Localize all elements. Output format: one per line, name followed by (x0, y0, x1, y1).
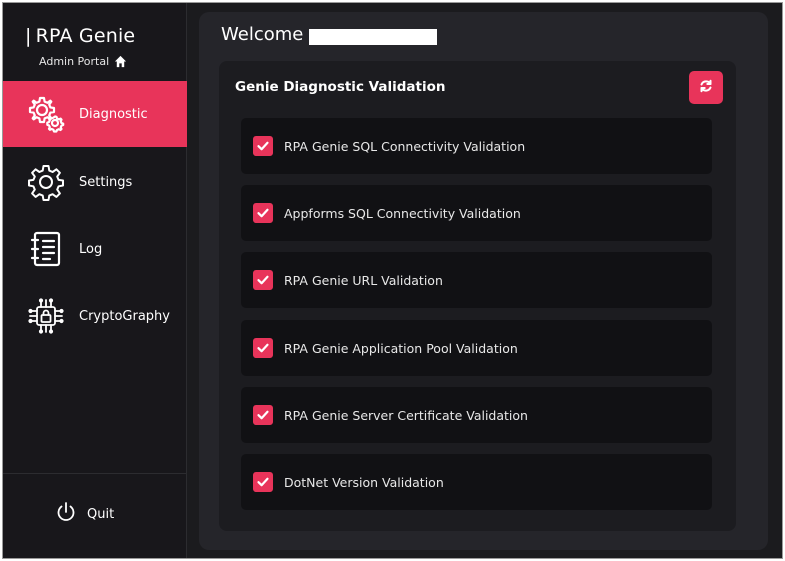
power-icon (55, 501, 77, 527)
sidebar-divider (3, 473, 187, 474)
validation-row-dotnet: DotNet Version Validation (241, 454, 712, 510)
diagnostic-gears-icon (27, 95, 65, 133)
checkmark-icon (257, 410, 269, 420)
validation-row-url: RPA Genie URL Validation (241, 252, 712, 308)
validation-checkbox[interactable] (253, 136, 273, 156)
validation-label: RPA Genie Application Pool Validation (284, 340, 518, 356)
validation-checkbox[interactable] (253, 472, 273, 492)
validation-row-appforms: Appforms SQL Connectivity Validation (241, 185, 712, 241)
checkmark-icon (257, 208, 269, 218)
redacted-username (309, 29, 437, 45)
brand-subtitle: Admin Portal (39, 55, 127, 68)
brand-name: RPA Genie (35, 25, 136, 47)
notebook-icon (27, 230, 65, 268)
quit-button[interactable]: Quit (55, 501, 114, 527)
validation-label: DotNet Version Validation (284, 474, 444, 490)
validation-label: RPA Genie Server Certificate Validation (284, 407, 528, 423)
brand-title: | RPA Genie (25, 25, 135, 47)
sidebar-item-label: Log (79, 241, 103, 257)
sidebar-item-cryptography[interactable]: CryptoGraphy (3, 283, 187, 349)
panel-title: Genie Diagnostic Validation (235, 79, 446, 95)
brand-bar: | (25, 25, 32, 47)
checkmark-icon (257, 477, 269, 487)
validation-checkbox[interactable] (253, 338, 273, 358)
refresh-icon (699, 78, 713, 97)
welcome-heading: Welcome (221, 24, 304, 45)
validation-checkbox[interactable] (253, 203, 273, 223)
validation-row-app-pool: RPA Genie Application Pool Validation (241, 320, 712, 376)
sidebar-item-label: Settings (79, 174, 133, 190)
validation-label: RPA Genie SQL Connectivity Validation (284, 138, 526, 154)
validation-label: Appforms SQL Connectivity Validation (284, 205, 521, 221)
validation-checkbox[interactable] (253, 270, 273, 290)
main-content: Welcome Genie Diagnostic Validation RPA … (199, 12, 768, 550)
validation-row-certificate: RPA Genie Server Certificate Validation (241, 387, 712, 443)
checkmark-icon (257, 275, 269, 285)
sidebar-item-label: CryptoGraphy (79, 308, 170, 324)
admin-portal-label: Admin Portal (39, 55, 110, 68)
checkmark-icon (257, 343, 269, 353)
lock-circuit-icon (27, 297, 65, 335)
validation-label: RPA Genie URL Validation (284, 272, 443, 288)
sidebar-item-log[interactable]: Log (3, 216, 187, 282)
validation-checkbox[interactable] (253, 405, 273, 425)
quit-label: Quit (87, 506, 115, 522)
sidebar: | RPA Genie Admin Portal Diagnostic Sett… (3, 3, 187, 558)
validation-row-sql: RPA Genie SQL Connectivity Validation (241, 118, 712, 174)
sidebar-item-label: Diagnostic (79, 106, 148, 122)
home-icon[interactable] (114, 55, 127, 68)
refresh-button[interactable] (689, 71, 723, 104)
sidebar-item-settings[interactable]: Settings (3, 149, 187, 215)
diagnostic-panel: Genie Diagnostic Validation RPA Genie SQ… (219, 61, 736, 531)
checkmark-icon (257, 141, 269, 151)
app-window: | RPA Genie Admin Portal Diagnostic Sett… (2, 2, 783, 559)
sidebar-item-diagnostic[interactable]: Diagnostic (3, 81, 187, 147)
gear-icon (27, 163, 65, 201)
